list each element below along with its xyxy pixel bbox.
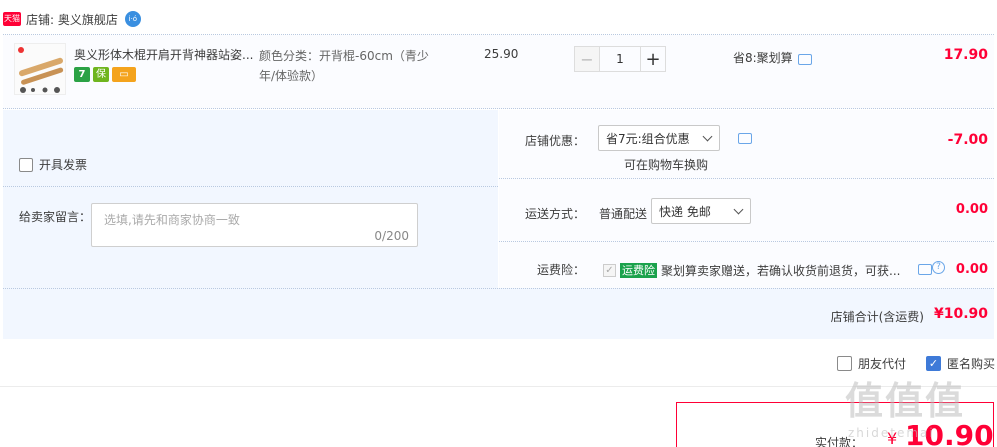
invoice-checkbox[interactable] — [19, 157, 33, 172]
memo-textarea[interactable]: 选填,请先和商家协商一致 0/200 — [91, 203, 418, 247]
chevron-down-icon — [733, 204, 744, 215]
subtotal-value: ¥10.90 — [933, 306, 988, 322]
product-thumbnail[interactable] — [14, 43, 66, 95]
insurance-info: ✓ 运费险 聚划算卖家赠送，若确认收货前退货，可获... — [603, 262, 900, 279]
tmall-badge: 天猫 — [3, 12, 21, 26]
sku-info: 颜色分类：开背棍-60cm（青少年/体验款） — [259, 49, 429, 83]
right-panel: 店铺优惠： 省7元:组合优惠 可在购物车换购 -7.00 运送方式： 普通配送 … — [499, 110, 994, 288]
quantity-plus-button[interactable]: + — [640, 46, 666, 72]
promo-label: 店铺优惠： — [524, 134, 585, 148]
shipping-amount: 0.00 — [955, 202, 988, 217]
guarantee-icon[interactable]: 保 — [93, 67, 109, 82]
quantity-minus-button[interactable]: − — [574, 46, 600, 72]
watermark-url: zhidetemai — [848, 426, 935, 440]
service-icons: 7 保 ▭ — [74, 67, 139, 82]
subtotal-label: 店铺合计(含运费) — [830, 310, 924, 324]
shipping-select[interactable]: 快递 免邮 — [651, 198, 751, 224]
order-box: 奥义形体木棍开肩开背神器站姿... 7 保 ▭ 颜色分类：开背棍-60cm（青少… — [3, 34, 994, 339]
watermark-logo: 值值值 — [845, 379, 966, 423]
item-row: 奥义形体木棍开肩开背神器站姿... 7 保 ▭ 颜色分类：开背棍-60cm（青少… — [3, 35, 994, 109]
memo-label: 给卖家留言： — [19, 210, 92, 224]
promo-select[interactable]: 省7元:组合优惠 — [598, 125, 720, 151]
chevron-down-icon — [702, 131, 713, 142]
comment-bubble-icon[interactable] — [798, 54, 812, 65]
credit-card-icon[interactable]: ▭ — [112, 67, 136, 82]
insurance-tag: 运费险 — [620, 263, 657, 278]
promo-selected-value: 省7元:组合优惠 — [606, 131, 690, 146]
divider — [499, 178, 994, 179]
insurance-checkbox: ✓ — [603, 264, 616, 277]
memo-placeholder: 选填,请先和商家协商一致 — [104, 213, 240, 227]
invoice-label: 开具发票 — [39, 158, 88, 172]
product-title-link[interactable]: 奥义形体木棍开肩开背神器站姿... — [74, 46, 254, 63]
comment-bubble-icon[interactable] — [738, 133, 752, 144]
shop-header: 天猫 店铺: 奥义旗舰店 i·ó — [0, 8, 141, 30]
chat-seller-icon[interactable]: i·ó — [124, 11, 141, 27]
quantity-stepper: − 1 + — [574, 46, 666, 72]
shipping-selected-value: 快递 免邮 — [659, 204, 711, 219]
memo-char-count: 0/200 — [374, 229, 409, 243]
promo-amount: -7.00 — [947, 132, 988, 148]
friend-pay-checkbox[interactable] — [836, 356, 852, 371]
invoice-option[interactable]: 开具发票 — [19, 156, 87, 173]
anonymous-checkbox[interactable]: ✓ — [925, 356, 941, 371]
item-total: 17.90 — [943, 47, 988, 63]
insurance-amount: 0.00 — [955, 262, 988, 277]
divider — [499, 241, 994, 242]
unit-price: 25.90 — [484, 47, 519, 61]
wooden-stick-image-icon — [15, 44, 65, 94]
left-panel: 开具发票 给卖家留言： 选填,请先和商家协商一致 0/200 — [3, 110, 498, 288]
shop-name-link[interactable]: 店铺: 奥义旗舰店 — [26, 11, 118, 28]
divider — [3, 186, 498, 187]
seven-day-return-icon[interactable]: 7 — [74, 67, 90, 82]
insurance-description: 聚划算卖家赠送，若确认收货前退货，可获... — [661, 264, 901, 278]
saving-info: 省8:聚划算 — [733, 51, 793, 65]
insurance-label: 运费险： — [536, 263, 585, 277]
quantity-input[interactable]: 1 — [600, 46, 640, 72]
shipping-method: 普通配送 — [599, 207, 648, 221]
help-icon[interactable]: ? — [932, 261, 945, 274]
comment-bubble-icon[interactable] — [918, 264, 932, 275]
shop-subtotal-bar: 店铺合计(含运费) ¥10.90 — [3, 288, 994, 339]
shipping-label: 运送方式： — [524, 207, 585, 221]
promo-hint: 可在购物车换购 — [624, 158, 709, 172]
